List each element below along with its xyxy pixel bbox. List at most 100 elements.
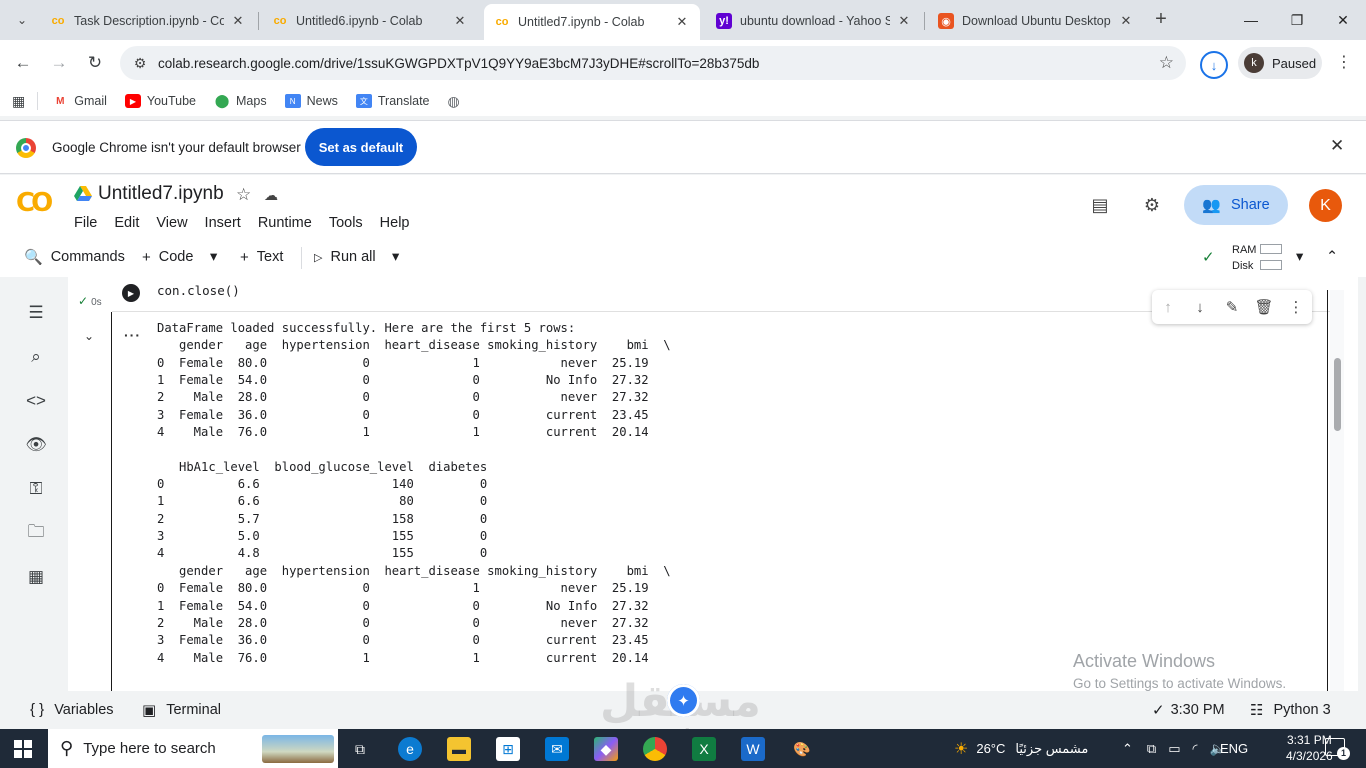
apps-icon[interactable]: ▦ [12,93,25,110]
notebook-title[interactable]: Untitled7.ipynb [98,183,224,205]
store-icon[interactable]: ⊞ [496,737,520,761]
run-all-button[interactable]: ▷ Run all [314,244,376,270]
colab-logo[interactable]: CO [16,188,58,218]
chevron-up-icon[interactable]: ⌃ [1122,741,1133,757]
menu-runtime[interactable]: Runtime [258,215,312,231]
chrome-taskbar-icon[interactable] [643,737,667,761]
close-icon[interactable]: ✕ [1330,136,1344,156]
run-all-dropdown-icon[interactable]: ▾ [392,244,399,270]
drive-icon[interactable] [74,186,92,202]
back-button[interactable]: ← [10,50,36,76]
add-code-button[interactable]: + Code [142,244,193,270]
tab-task-description[interactable]: co Task Description.ipynb - Cola ✕ [40,6,256,36]
collapse-output-icon[interactable]: ⌄ [84,329,94,343]
run-cell-button[interactable]: ▶ [122,284,140,302]
globe-icon[interactable]: ◍ [448,93,460,110]
forward-button[interactable]: → [46,50,72,76]
minimize-button[interactable]: — [1228,0,1274,40]
omnibox[interactable]: ⚙ colab.research.google.com/drive/1ssuKG… [120,46,1186,80]
bookmark-youtube[interactable]: ▶ YouTube [124,94,196,108]
menu-insert[interactable]: Insert [205,215,241,231]
colab-header: CO Untitled7.ipynb ☆ ☁ File Edit View In… [0,175,1366,239]
bookmark-gmail[interactable]: M Gmail [52,94,107,108]
terminal-button[interactable]: ▣ Terminal [142,701,221,719]
new-tab-button[interactable]: + [1150,8,1172,30]
notification-icon[interactable]: 1 [1325,738,1350,760]
code-line[interactable]: con.close() [157,283,240,298]
commands-button[interactable]: 🔍 Commands [24,244,125,270]
collapse-header-icon[interactable]: ⌃ [1326,244,1338,270]
close-icon[interactable]: ✕ [230,13,246,29]
menu-file[interactable]: File [74,215,97,231]
download-icon[interactable]: ↓ [1200,51,1228,79]
move-down-icon[interactable]: ↓ [1188,299,1212,316]
close-icon[interactable]: ✕ [1118,13,1134,29]
bookmark-translate[interactable]: 文 Translate [355,94,430,108]
mail-icon[interactable]: ✉ [545,737,569,761]
files-folder-icon[interactable]: 🗀 [24,521,48,545]
runtime-dropdown-icon[interactable]: ▾ [1296,244,1303,270]
tab-untitled7[interactable]: co Untitled7.ipynb - Colab ✕ [484,4,700,40]
bookmark-maps[interactable]: ⬤ Maps [214,93,267,108]
close-icon[interactable]: ✕ [452,13,468,29]
restore-button[interactable]: ❐ [1274,0,1320,40]
runtime-type[interactable]: ☷ Python 3 [1250,701,1331,719]
menu-view[interactable]: View [156,215,187,231]
wifi-icon[interactable]: ◜ [1193,741,1198,757]
scrollbar-thumb[interactable] [1334,358,1341,431]
tab-search-button[interactable]: ⌄ [10,8,34,32]
teams-icon[interactable]: W [741,737,765,761]
table-of-contents-icon[interactable]: ☰ [24,301,48,325]
find-icon[interactable]: ⌕ [24,345,48,369]
bookmark-star-icon[interactable]: ☆ [1159,53,1174,73]
move-up-icon[interactable]: ↑ [1156,299,1180,316]
windows-start-icon[interactable] [14,740,32,758]
reload-button[interactable]: ↻ [82,50,108,76]
edge-icon[interactable]: e [398,737,422,761]
bookmark-news[interactable]: N News [284,94,338,108]
browser-menu-icon[interactable]: ⋮ [1336,52,1352,72]
tab-yahoo[interactable]: y! ubuntu download - Yahoo S ✕ [706,6,922,36]
scrollbar[interactable] [1330,290,1344,691]
task-view-icon[interactable]: ⧉ [348,737,372,761]
variables-button[interactable]: { } Variables [30,701,114,718]
menu-tools[interactable]: Tools [329,215,363,231]
output-actions-icon[interactable]: ··· [124,327,141,343]
cloud-saved-icon[interactable]: ☁ [264,187,278,204]
weather-widget[interactable]: ☀ 26°C مشمس جزئيًا [954,729,1088,768]
profile-button[interactable]: k Paused [1238,47,1322,79]
excel-icon[interactable]: X [692,737,716,761]
user-avatar[interactable]: K [1309,189,1342,222]
share-button[interactable]: 👥 Share [1184,185,1288,225]
delete-icon[interactable]: 🗑 [1252,298,1276,316]
tab-ubuntu[interactable]: ◉ Download Ubuntu Desktop | ✕ [928,6,1144,36]
network-icon[interactable]: ⧉ [1147,741,1156,757]
site-info-icon[interactable]: ⚙ [128,55,152,72]
paint-icon[interactable]: 🎨 [790,737,814,761]
comment-icon[interactable]: ▤ [1088,193,1112,217]
more-options-icon[interactable]: ⋮ [1284,298,1308,316]
star-icon[interactable]: ☆ [236,185,251,205]
file-explorer-icon[interactable]: ▬ [447,737,471,761]
m365-icon[interactable]: ◆ [594,737,618,761]
menu-help[interactable]: Help [380,215,410,231]
language-indicator[interactable]: ENG [1220,729,1248,768]
close-icon[interactable]: ✕ [896,13,912,29]
settings-gear-icon[interactable]: ⚙ [1140,193,1164,217]
resource-monitor[interactable]: RAM Disk [1232,242,1256,274]
taskbar-search[interactable]: ⚲ Type here to search [48,729,338,768]
close-icon[interactable]: ✕ [674,14,690,30]
close-window-button[interactable]: ✕ [1320,0,1366,40]
battery-icon[interactable]: ▭ [1168,741,1180,757]
tab-untitled6[interactable]: co Untitled6.ipynb - Colab ✕ [262,6,478,36]
menu-edit[interactable]: Edit [114,215,139,231]
set-default-button[interactable]: Set as default [305,128,417,166]
secrets-key-icon[interactable]: ⚿ [24,477,48,501]
code-snippets-icon[interactable]: <> [24,389,48,413]
edit-pencil-icon[interactable]: ✎ [1220,298,1244,316]
data-table-icon[interactable]: ▦ [24,565,48,589]
code-dropdown-icon[interactable]: ▾ [210,244,217,270]
variables-eye-icon[interactable]: 👁 [24,433,48,457]
last-run-time[interactable]: ✓ 3:30 PM [1152,701,1225,719]
add-text-button[interactable]: + Text [240,244,283,270]
